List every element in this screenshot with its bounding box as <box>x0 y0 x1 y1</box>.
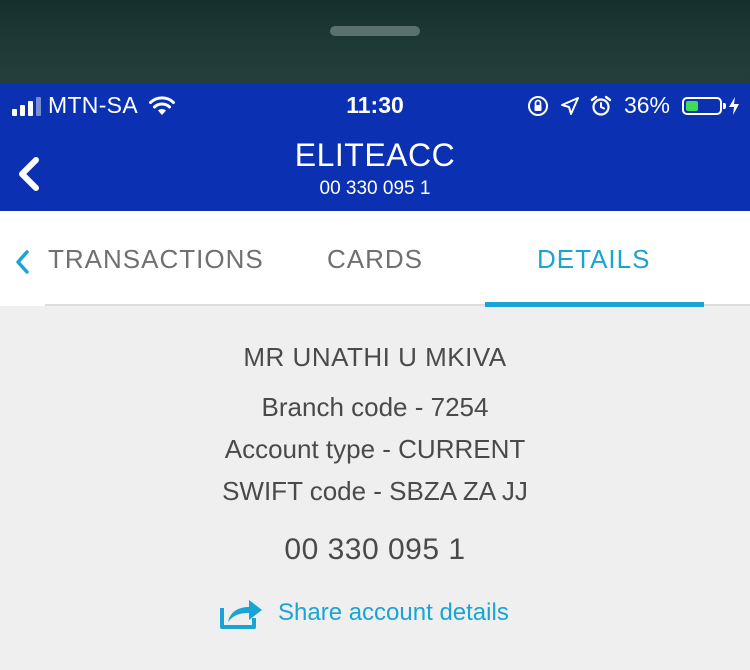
tab-details[interactable]: DETAILS <box>537 244 650 275</box>
alarm-icon <box>590 95 612 116</box>
battery-tip <box>723 102 726 109</box>
share-icon <box>220 600 262 629</box>
tab-scroll-left-icon[interactable] <box>14 249 32 275</box>
account-header: ELITEACC 00 330 095 1 <box>0 125 750 211</box>
rotation-lock-icon <box>527 95 548 116</box>
location-icon <box>560 96 579 115</box>
swift-code: SWIFT code - SBZA ZA JJ <box>222 476 528 506</box>
branch-code: Branch code - 7254 <box>261 392 489 422</box>
battery-icon <box>682 96 726 115</box>
account-number: 00 330 095 1 <box>284 533 466 566</box>
account-type: Account type - CURRENT <box>224 434 526 464</box>
battery-percent: 36% <box>623 92 670 118</box>
account-title: ELITEACC <box>294 137 456 173</box>
tab-transactions[interactable]: TRANSACTIONS <box>48 244 264 275</box>
battery-fill <box>686 100 698 111</box>
status-right: 36% <box>526 92 740 119</box>
account-details-panel: MR UNATHI U MKIVA Branch code - 7254 Acc… <box>0 306 750 670</box>
top-dark-area <box>0 0 750 83</box>
share-label: Share account details <box>278 599 509 626</box>
account-holder-name: MR UNATHI U MKIVA <box>243 342 507 372</box>
tab-cards[interactable]: CARDS <box>327 244 423 275</box>
status-bar: MTN-SA 11:30 36% <box>0 83 750 125</box>
charging-icon <box>729 96 739 115</box>
share-account-details-button[interactable]: Share account details <box>218 596 509 630</box>
account-number-subtitle: 00 330 095 1 <box>319 178 431 199</box>
sheet-grabber[interactable] <box>330 26 420 36</box>
